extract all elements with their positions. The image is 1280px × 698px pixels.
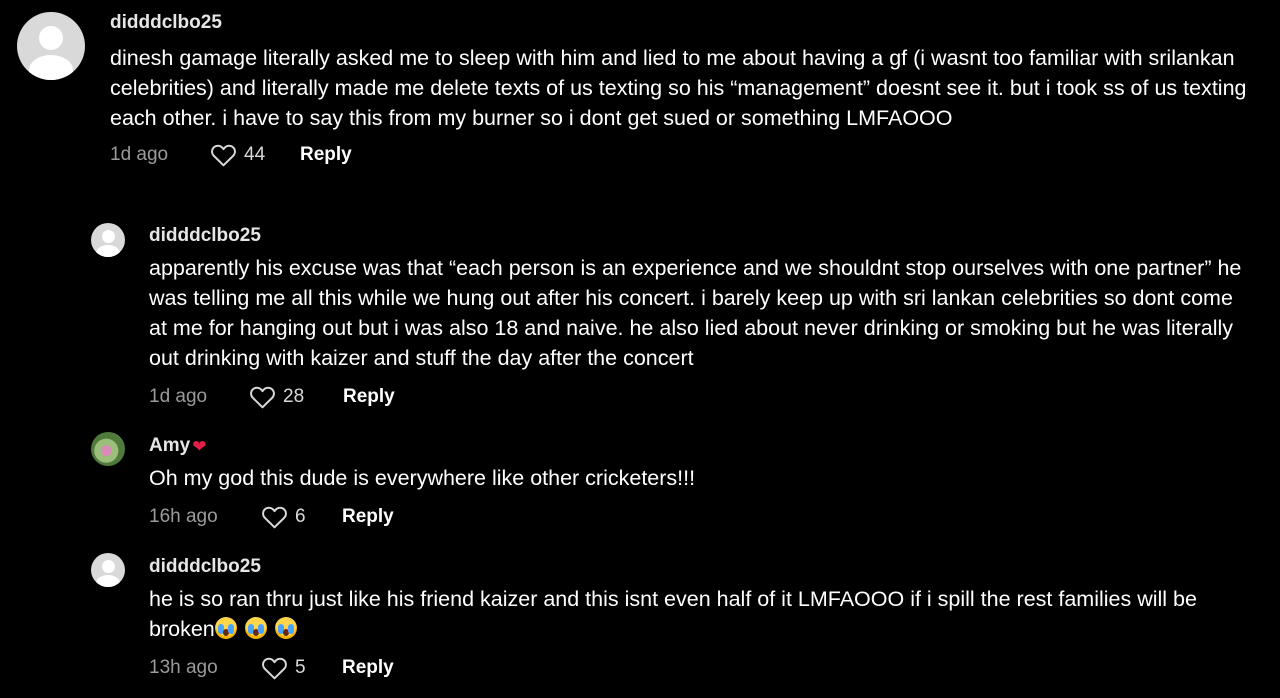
comment-username[interactable]: didddclbo25 — [110, 12, 1260, 34]
comment-text: dinesh gamage literally asked me to slee… — [110, 46, 1247, 130]
user-avatar[interactable] — [17, 12, 85, 80]
comment-meta: 1d ago 44 Reply — [110, 143, 1260, 167]
reply-button[interactable]: Reply — [342, 506, 394, 528]
comment-username[interactable]: Amy ❤ — [149, 435, 1249, 457]
comment-item: Amy ❤ Oh my god this dude is everywhere … — [91, 432, 1261, 529]
comment-meta: 16h ago 6 Reply — [149, 505, 1249, 529]
loudly-crying-face-emoji — [244, 617, 267, 639]
like-count: 44 — [244, 144, 266, 165]
comment-timestamp: 16h ago — [149, 506, 218, 527]
user-avatar[interactable] — [91, 432, 125, 466]
comment-text: apparently his excuse was that “each per… — [149, 256, 1242, 370]
heart-badge-icon: ❤ — [192, 436, 207, 456]
comment-text: Oh my god this dude is everywhere like o… — [149, 466, 696, 490]
loudly-crying-face-emoji — [214, 617, 237, 639]
like-button[interactable]: 28 — [249, 385, 343, 409]
like-button[interactable]: 6 — [261, 505, 342, 529]
heart-outline-icon[interactable] — [249, 385, 276, 409]
comment-item: didddclbo25 apparently his excuse was th… — [91, 223, 1261, 409]
like-button[interactable]: 44 — [210, 143, 300, 167]
comment-meta: 13h ago 5 Reply — [149, 656, 1249, 680]
heart-outline-icon[interactable] — [261, 505, 288, 529]
comment-username[interactable]: didddclbo25 — [149, 225, 1249, 247]
loudly-crying-face-emoji — [274, 617, 297, 639]
comment-thread: didddclbo25 dinesh gamage literally aske… — [0, 0, 1280, 698]
like-count: 6 — [295, 506, 306, 527]
heart-outline-icon[interactable] — [261, 656, 288, 680]
username-text[interactable]: didddclbo25 — [110, 12, 222, 34]
reply-button[interactable]: Reply — [342, 657, 394, 679]
like-button[interactable]: 5 — [261, 656, 342, 680]
user-avatar[interactable] — [91, 223, 125, 257]
username-text[interactable]: Amy — [149, 435, 190, 457]
reply-button[interactable]: Reply — [300, 144, 352, 166]
comment-meta: 1d ago 28 Reply — [149, 385, 1249, 409]
comment-username[interactable]: didddclbo25 — [149, 556, 1249, 578]
username-text[interactable]: didddclbo25 — [149, 556, 261, 578]
reply-button[interactable]: Reply — [343, 386, 395, 408]
comment-timestamp: 13h ago — [149, 657, 218, 678]
comment-item: didddclbo25 dinesh gamage literally aske… — [17, 12, 1267, 167]
heart-outline-icon[interactable] — [210, 143, 237, 167]
like-count: 28 — [283, 386, 305, 407]
comment-text: he is so ran thru just like his friend k… — [149, 584, 1249, 644]
comment-item: didddclbo25 he is so ran thru just like … — [91, 553, 1261, 680]
username-text[interactable]: didddclbo25 — [149, 225, 261, 247]
comment-timestamp: 1d ago — [149, 386, 208, 407]
user-avatar[interactable] — [91, 553, 125, 587]
comment-timestamp: 1d ago — [110, 144, 169, 165]
like-count: 5 — [295, 657, 306, 678]
comment-text-body: he is so ran thru just like his friend k… — [149, 587, 1197, 641]
